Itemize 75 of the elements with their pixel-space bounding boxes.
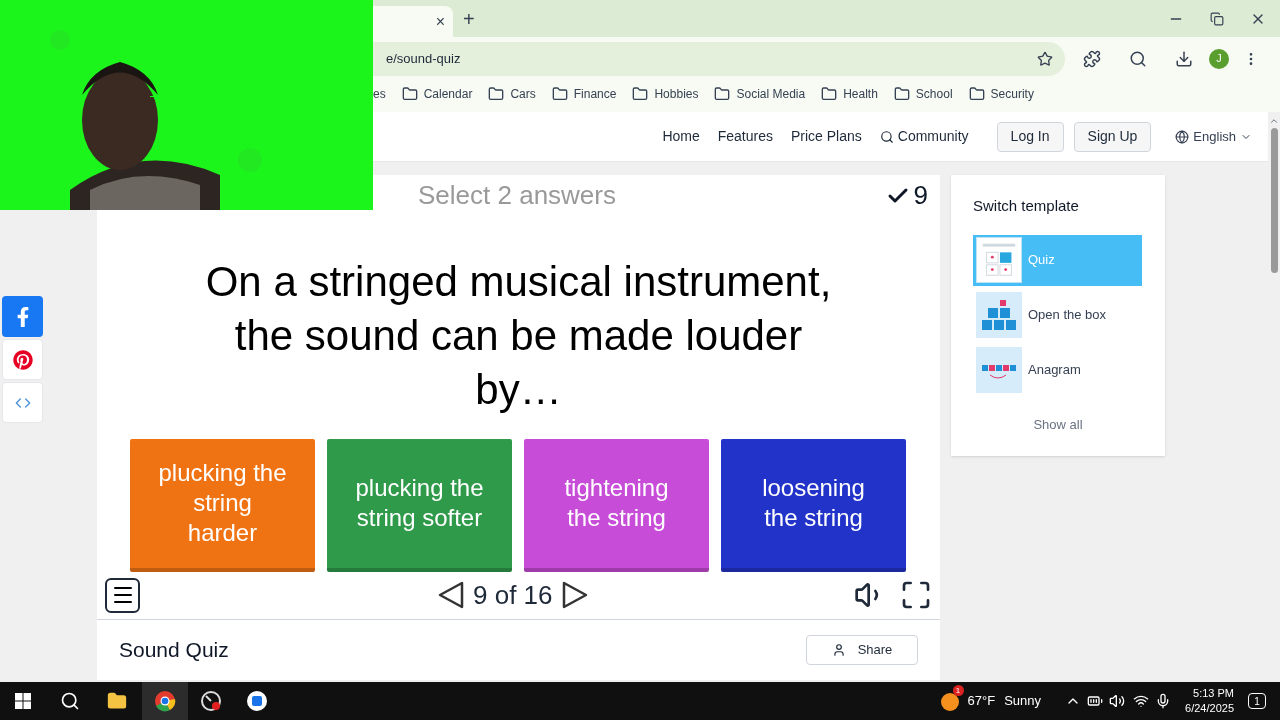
- globe-icon: [1175, 129, 1190, 144]
- volume-icon[interactable]: [1109, 693, 1126, 709]
- bookmark-item[interactable]: Social Media: [714, 84, 806, 103]
- weather-badge: 1: [952, 685, 964, 696]
- search-icon: [879, 129, 894, 144]
- folder-icon: [488, 85, 505, 102]
- speedometer-icon[interactable]: [200, 690, 222, 712]
- battery-icon[interactable]: [1087, 693, 1104, 709]
- letter-tiles-icon: [976, 347, 1022, 393]
- bookmark-item[interactable]: Finance: [551, 84, 617, 103]
- panel-title: Switch template: [973, 196, 1080, 216]
- windows-start-icon[interactable]: [15, 693, 31, 709]
- folder-icon: [714, 85, 731, 102]
- scroll-up-icon[interactable]: [1269, 116, 1279, 126]
- bookmark-item[interactable]: Hobbies: [632, 84, 699, 103]
- nav-link[interactable]: Community: [879, 126, 969, 147]
- weather-sun-icon: [939, 691, 960, 711]
- pinterest-share-button[interactable]: [2, 339, 43, 380]
- login-button[interactable]: Log In: [996, 121, 1064, 152]
- language-selector[interactable]: English: [1175, 126, 1252, 147]
- question-text: On a stringed musical instrument, the sound can be made louder by…: [204, 256, 833, 415]
- restore-icon[interactable]: [1210, 11, 1224, 26]
- search-icon[interactable]: [60, 691, 80, 711]
- folder-icon: [401, 85, 418, 102]
- temperature-text: 67°F: [967, 692, 996, 711]
- bookmark-item[interactable]: Calendar: [401, 84, 473, 103]
- bookmark-item[interactable]: Health: [821, 84, 878, 103]
- bookmark-item[interactable]: Cars: [488, 84, 536, 103]
- notifications-button[interactable]: 1: [1248, 693, 1266, 709]
- bookmark-item[interactable]: School: [893, 84, 953, 103]
- nav-link[interactable]: Price Plans: [791, 126, 862, 147]
- address-bar[interactable]: e/sound-quiz: [373, 41, 1065, 76]
- wifi-icon[interactable]: [1133, 693, 1150, 709]
- activity-title: Sound Quiz: [119, 637, 229, 664]
- score-count: 9: [913, 179, 928, 213]
- nav-link[interactable]: Home: [662, 126, 700, 147]
- next-icon[interactable]: [560, 581, 589, 610]
- page-search-icon[interactable]: [1129, 49, 1147, 68]
- clock[interactable]: 5:13 PM 6/24/2025: [1185, 686, 1234, 716]
- menu-button[interactable]: [105, 577, 140, 613]
- weather-text: Sunny: [1004, 692, 1042, 711]
- numbered-boxes-icon: [976, 292, 1022, 338]
- nav-link[interactable]: Features: [717, 126, 773, 147]
- tab-close-button[interactable]: ×: [435, 9, 445, 34]
- scrollbar-thumb[interactable]: [1270, 128, 1278, 273]
- template-item[interactable]: Anagram: [973, 344, 1142, 396]
- folder-icon: [551, 85, 568, 102]
- progress-counter: 9 of 16: [473, 578, 553, 612]
- folder-icon: [821, 85, 838, 102]
- download-icon[interactable]: [1175, 49, 1193, 68]
- signup-button[interactable]: Sign Up: [1073, 121, 1152, 152]
- bookmark-item[interactable]: Security: [968, 84, 1034, 103]
- answer-button[interactable]: loosening the string: [721, 438, 906, 572]
- show-all-link[interactable]: Show all: [1033, 414, 1083, 434]
- share-button[interactable]: Share: [806, 635, 918, 665]
- folder-icon: [968, 85, 985, 102]
- pinterest-icon: [12, 349, 33, 370]
- new-tab-button[interactable]: +: [463, 9, 475, 29]
- app-icon[interactable]: [246, 690, 268, 712]
- folder-icon: [632, 85, 649, 102]
- facebook-share-button[interactable]: [2, 296, 43, 337]
- instruction-text: Select 2 answers: [418, 179, 616, 213]
- extensions-icon[interactable]: [1083, 49, 1101, 68]
- bookmark-item[interactable]: es: [373, 84, 386, 103]
- quiz-thumbnail-icon: [976, 237, 1022, 283]
- chrome-icon[interactable]: [154, 690, 176, 712]
- answer-button[interactable]: plucking the string softer: [327, 438, 512, 572]
- browser-tab[interactable]: ×: [373, 6, 453, 37]
- bookmark-star-icon[interactable]: [1037, 50, 1053, 67]
- previous-icon[interactable]: [437, 581, 465, 610]
- answer-button[interactable]: tightening the string: [524, 438, 709, 572]
- folder-icon: [893, 85, 910, 102]
- file-explorer-icon[interactable]: [107, 691, 127, 711]
- user-icon: [831, 643, 846, 657]
- template-item[interactable]: Open the box: [973, 289, 1142, 341]
